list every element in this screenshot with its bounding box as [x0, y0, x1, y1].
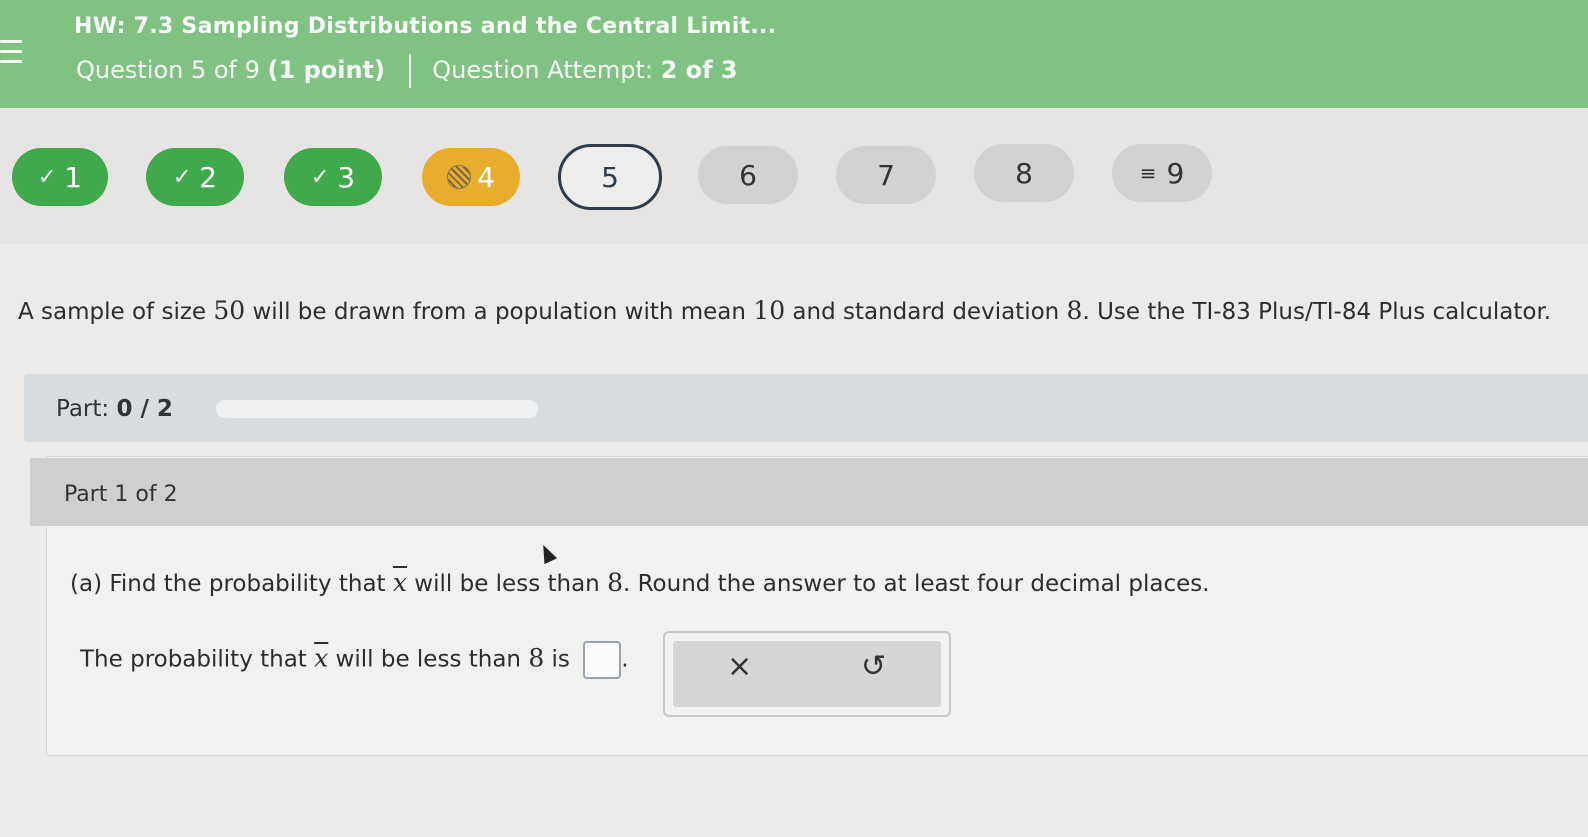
divider	[408, 54, 411, 88]
part-heading-bar: Part 1 of 2	[30, 458, 1588, 526]
question-button-2[interactable]: ✓ 2	[146, 148, 244, 206]
list-icon: ≡	[1139, 161, 1157, 185]
question-meta: Question 5 of 9 (1 point) Question Attem…	[76, 54, 738, 88]
check-icon: ✓	[37, 164, 57, 190]
question-button-3[interactable]: ✓ 3	[284, 148, 382, 206]
answer-line: The probability that x will be less than…	[80, 641, 629, 679]
header-bar: HW: 7.3 Sampling Distributions and the C…	[0, 0, 1588, 108]
menu-icon[interactable]	[0, 40, 22, 68]
check-icon: ✓	[310, 164, 330, 190]
x-bar-symbol: x	[392, 568, 407, 597]
part-heading: Part 1 of 2	[64, 482, 178, 507]
question-button-5[interactable]: 5	[558, 144, 662, 210]
tools-inner	[673, 641, 941, 707]
progress-track	[216, 400, 538, 418]
part-a-question: (a) Find the probability that x will be …	[70, 568, 1210, 597]
answer-input[interactable]	[583, 641, 622, 679]
question-button-4[interactable]: 4	[422, 148, 520, 206]
clear-button[interactable]: ×	[727, 649, 752, 684]
partial-icon	[447, 165, 472, 189]
check-icon: ✓	[172, 164, 192, 190]
attempt-label: Question Attempt:	[432, 56, 653, 84]
part-progress-bar: Part: 0 / 2	[24, 374, 1588, 442]
x-bar-symbol: x	[314, 643, 329, 673]
part-progress-label: Part: 0 / 2	[56, 396, 173, 422]
question-counter: Question 5 of 9	[76, 56, 260, 84]
question-points: (1 point)	[267, 56, 385, 84]
question-button-6[interactable]: 6	[698, 146, 798, 204]
question-button-9[interactable]: ≡ 9	[1112, 144, 1212, 202]
question-button-8[interactable]: 8	[974, 144, 1074, 202]
question-button-1[interactable]: ✓ 1	[12, 148, 108, 206]
problem-statement: A sample of size 50 will be drawn from a…	[18, 296, 1552, 325]
question-button-7[interactable]: 7	[836, 146, 936, 204]
question-navigation: ✓ 1 ✓ 2 ✓ 3 4 5 6 7 8 ≡ 9	[0, 108, 1588, 244]
attempt-value: 2 of 3	[660, 56, 738, 84]
undo-icon[interactable]: ↺	[861, 649, 886, 684]
assignment-title: HW: 7.3 Sampling Distributions and the C…	[74, 14, 777, 39]
answer-tools: × ↺	[663, 631, 951, 717]
